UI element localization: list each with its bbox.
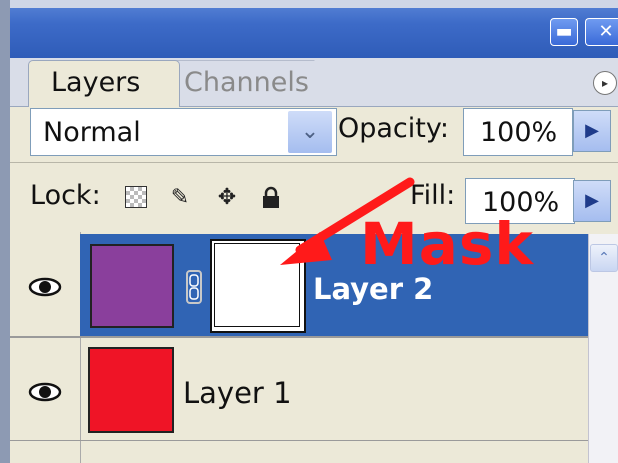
- tab-channels[interactable]: Channels: [168, 60, 338, 105]
- annotation-label: Mask: [360, 210, 534, 278]
- row-divider: [10, 336, 588, 338]
- layer-thumbnail: [90, 244, 174, 328]
- move-lock-icon[interactable]: ✥: [215, 186, 239, 210]
- brush-lock-icon[interactable]: ✎: [168, 186, 192, 210]
- chain-link-icon[interactable]: [186, 270, 202, 304]
- eye-icon[interactable]: [27, 380, 63, 404]
- fill-slider-button[interactable]: ▶: [573, 180, 611, 222]
- transparency-lock-icon[interactable]: [125, 186, 147, 208]
- layer-name[interactable]: Layer 1: [183, 376, 292, 410]
- title-bar-edge: [10, 0, 618, 8]
- tab-channels-label: Channels: [184, 67, 309, 98]
- divider: [10, 162, 618, 163]
- chevron-down-icon[interactable]: ⌄: [287, 110, 333, 154]
- palette-menu-icon[interactable]: ▸: [593, 71, 617, 95]
- visibility-column: [10, 232, 81, 463]
- row-divider: [10, 440, 588, 441]
- opacity-value: 100%: [480, 117, 558, 148]
- opacity-label: Opacity:: [338, 113, 449, 144]
- chevron-up-icon[interactable]: ⌃: [590, 244, 618, 272]
- opacity-slider-button[interactable]: ▶: [573, 110, 611, 152]
- title-bar[interactable]: [10, 0, 618, 58]
- close-icon[interactable]: ✕: [585, 18, 618, 46]
- opacity-input[interactable]: 100%: [463, 108, 573, 156]
- eye-icon[interactable]: [27, 275, 63, 299]
- tab-layers-label: Layers: [51, 67, 141, 98]
- layer-thumbnail: [88, 347, 174, 433]
- tab-layers[interactable]: Layers: [28, 60, 180, 107]
- blend-mode-value: Normal: [43, 117, 141, 148]
- minimize-icon[interactable]: ▬: [550, 18, 578, 46]
- lock-label: Lock:: [30, 180, 101, 211]
